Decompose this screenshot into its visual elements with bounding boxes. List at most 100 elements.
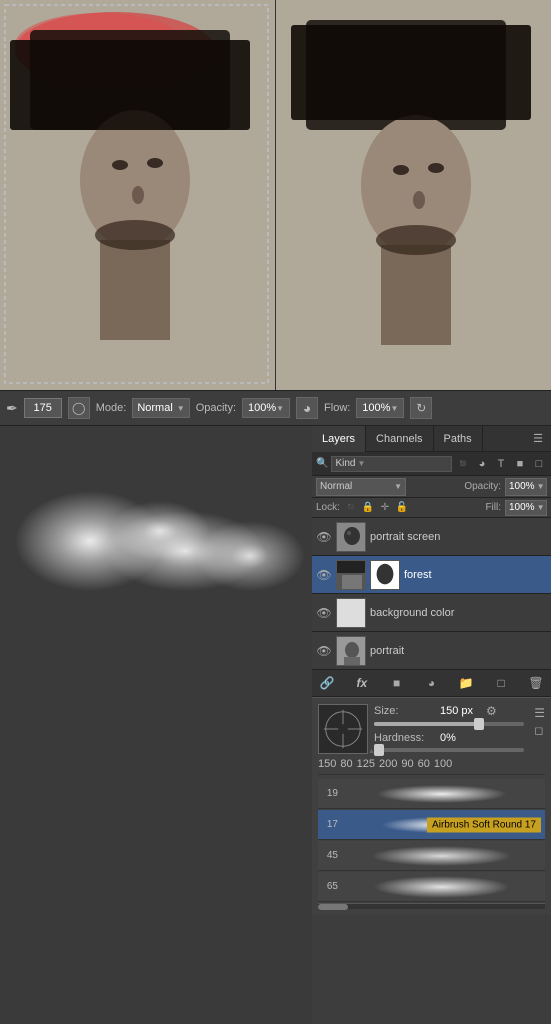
lock-all-icon[interactable]: 🔓 [395,501,409,515]
brush-item-19[interactable]: 19 [318,779,545,809]
new-layer-icon[interactable]: □ [492,674,510,692]
size-slider-thumb[interactable] [474,718,484,730]
brush-num-19: 19 [322,788,338,799]
size-slider-fill [374,722,479,726]
layer-bottom-bar: 🔗 fx ■ ◕ 📁 □ 🗑 [312,670,551,696]
opacity-panel-value[interactable]: 100% ▼ [505,478,547,496]
layer-name-portrait: portrait [370,645,547,657]
brush-params: Size: 150 px ⚙ Hardness: 0% [374,704,528,752]
opacity-label: Opacity: [196,402,236,414]
brush-item-45[interactable]: 45 [318,841,545,871]
brush-item-65[interactable]: 65 [318,872,545,902]
layer-filter-icons: ◾ ◕ T ■ □ [455,456,547,472]
layer-mask-forest [370,560,400,590]
brush-preview-icon[interactable]: ◯ [68,397,90,419]
brush-tooltip: Airbrush Soft Round 17 [427,817,541,832]
mode-dropdown[interactable]: Normal ▼ [132,398,189,418]
preset-80[interactable]: 80 [340,758,352,770]
tab-layers[interactable]: Layers [312,426,366,452]
fill-value[interactable]: 100% ▼ [505,500,547,516]
filter-smart-icon[interactable]: □ [531,456,547,472]
main-lower: Layers Channels Paths ☰ 🔍 Kind ▼ ◾ ◕ T ■… [0,426,551,1024]
hardness-slider-thumb[interactable] [374,744,384,756]
eye-icon-portrait-screen[interactable]: 👁 [316,529,332,545]
layer-row-portrait-screen[interactable]: 👁 portrait screen [312,518,551,556]
hardness-param-label: Hardness: [374,732,434,744]
brush-circle-preview [318,704,368,754]
brush-canvas[interactable] [0,426,312,1024]
layer-name-forest: forest [404,569,547,581]
brush-settings-panel: Size: 150 px ⚙ Hardness: 0% [312,697,551,915]
layer-thumb-portrait [336,636,366,666]
brush-size-input[interactable]: 175 [24,398,62,418]
filter-text-icon[interactable]: T [493,456,509,472]
tab-paths[interactable]: Paths [434,426,483,452]
delete-layer-icon[interactable]: 🗑 [527,674,545,692]
layer-thumb-portrait-screen [336,522,366,552]
size-row: Size: 150 px ⚙ [374,704,528,718]
airbrush-icon[interactable]: ◕ [296,397,318,419]
mode-dropdown-arrow: ▼ [177,404,185,413]
blend-mode-dropdown[interactable]: Normal ▼ [316,478,406,496]
brush-tool-icon: ✒ [6,400,18,417]
filter-pixel-icon[interactable]: ◾ [455,456,471,472]
preset-125[interactable]: 125 [357,758,375,770]
layers-search-row: 🔍 Kind ▼ ◾ ◕ T ■ □ [312,452,551,476]
brush-item-17[interactable]: 17 Airbrush Soft Round 17 [318,810,545,840]
panels-right: Layers Channels Paths ☰ 🔍 Kind ▼ ◾ ◕ T ■… [312,426,551,1024]
layers-menu-icon[interactable]: ☰ [525,432,551,445]
size-slider-track[interactable] [374,722,524,726]
filter-shape-icon[interactable]: ■ [512,456,528,472]
brush-panel-close-icon[interactable]: ◻ [534,724,545,737]
brush-stroke-45 [342,844,541,868]
hardness-row: Hardness: 0% [374,732,528,744]
add-mask-icon[interactable]: ■ [388,674,406,692]
brush-num-17: 17 [322,819,338,830]
layer-row-background-color[interactable]: 👁 background color [312,594,551,632]
brush-panel-options-icon[interactable]: ☰ [534,706,545,720]
canvas-area [0,0,551,390]
lock-move-icon[interactable]: ✛ [378,501,392,515]
layer-row-portrait[interactable]: 👁 portrait [312,632,551,670]
toolbar: ✒ 175 ◯ Mode: Normal ▼ Opacity: 100% ▼ ◕… [0,390,551,426]
tab-channels[interactable]: Channels [366,426,433,452]
filter-adjust-icon[interactable]: ◕ [474,456,490,472]
group-icon[interactable]: 📁 [457,674,475,692]
kind-dropdown[interactable]: Kind ▼ [331,456,452,472]
brush-list-scrollbar[interactable] [318,903,545,909]
brush-stroke-19 [342,782,541,806]
preset-60[interactable]: 60 [418,758,430,770]
canvas-right[interactable] [276,0,551,390]
lock-fill-row: Lock: ◾ 🔒 ✛ 🔓 Fill: 100% ▼ [312,498,551,518]
brush-list: 19 [318,779,545,909]
preset-90[interactable]: 90 [401,758,413,770]
eye-icon-portrait[interactable]: 👁 [316,643,332,659]
canvas-left[interactable] [0,0,275,390]
blend-opacity-row: Normal ▼ Opacity: 100% ▼ [312,476,551,498]
lock-pixels-icon[interactable]: ◾ [344,501,358,515]
adjustments-icon[interactable]: ◕ [422,674,440,692]
flow-value[interactable]: 100% ▼ [356,398,404,418]
layers-panel: Layers Channels Paths ☰ 🔍 Kind ▼ ◾ ◕ T ■… [312,426,551,697]
hardness-slider-track[interactable] [374,748,524,752]
layer-row-forest[interactable]: 👁 forest [312,556,551,594]
eye-icon-background-color[interactable]: 👁 [316,605,332,621]
canvas-rotate-icon[interactable]: ↻ [410,397,432,419]
size-param-label: Size: [374,705,434,717]
preset-200[interactable]: 200 [379,758,397,770]
fill-label: Fill: [485,502,501,513]
layer-name-portrait-screen: portrait screen [370,531,547,543]
preset-100[interactable]: 100 [434,758,452,770]
hardness-param-value: 0% [440,732,480,744]
opacity-value[interactable]: 100% ▼ [242,398,290,418]
preset-150[interactable]: 150 [318,758,336,770]
eye-icon-forest[interactable]: 👁 [316,567,332,583]
fx-icon[interactable]: fx [353,674,371,692]
brush-settings-gear-icon[interactable]: ⚙ [486,704,497,718]
lock-position-icon[interactable]: 🔒 [361,501,375,515]
scrollbar-thumb[interactable] [318,904,348,910]
flow-label: Flow: [324,402,350,414]
layer-thumb-forest [336,560,366,590]
link-layers-icon[interactable]: 🔗 [318,674,336,692]
search-icon: 🔍 [316,458,328,469]
